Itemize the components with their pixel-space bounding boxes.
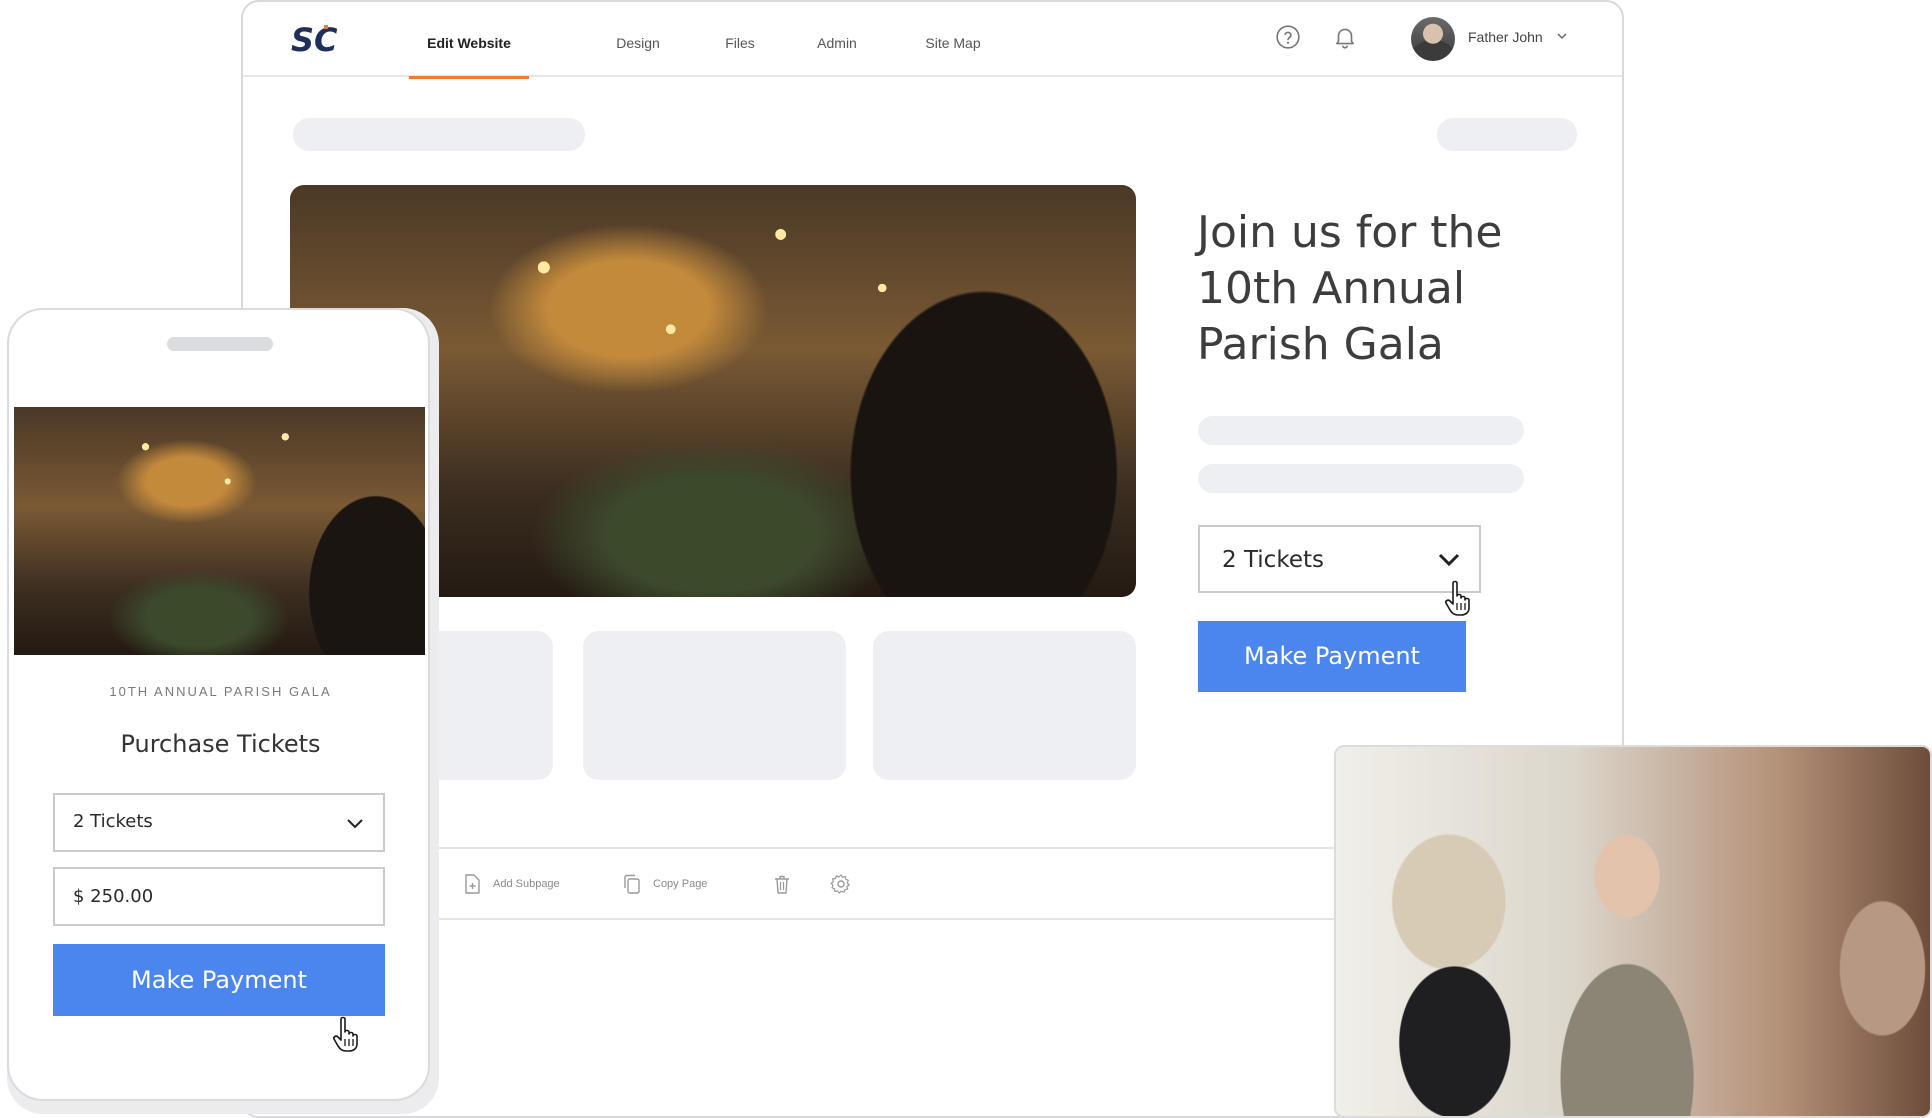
user-avatar[interactable] — [1411, 17, 1455, 61]
copy-page-label: Copy Page — [653, 878, 708, 890]
purchase-heading: Purchase Tickets — [120, 730, 321, 758]
gala-toast-photo-mobile — [14, 407, 425, 655]
chevron-down-icon — [347, 819, 363, 829]
mobile-ticket-select[interactable]: 2 Tickets — [53, 793, 385, 852]
gear-icon — [830, 874, 850, 894]
tab-design[interactable]: Design — [603, 2, 673, 77]
placeholder-card — [583, 631, 846, 780]
hand-pointer-icon — [1445, 580, 1470, 616]
user-name[interactable]: Father John — [1468, 29, 1543, 45]
chevron-down-icon — [1438, 553, 1460, 567]
placeholder-text-line — [1198, 464, 1524, 493]
copy-page-button[interactable]: Copy Page — [621, 873, 707, 895]
add-subpage-label: Add Subpage — [493, 878, 560, 890]
delete-page-button[interactable] — [771, 873, 793, 895]
chevron-down-icon[interactable] — [1555, 29, 1569, 43]
tab-files[interactable]: Files — [715, 2, 765, 77]
top-navigation-bar: SC Edit Website Design Files Admin Site … — [243, 2, 1622, 79]
tab-site-map[interactable]: Site Map — [913, 2, 993, 77]
event-eyebrow: 10TH ANNUAL PARISH GALA — [109, 684, 332, 699]
ticket-select-label: 2 Tickets — [1222, 547, 1324, 573]
tab-admin[interactable]: Admin — [807, 2, 867, 77]
placeholder-card — [873, 631, 1136, 780]
make-payment-button[interactable]: Make Payment — [1198, 621, 1466, 692]
tab-edit-website[interactable]: Edit Website — [409, 2, 529, 79]
svg-text:SC: SC — [291, 22, 338, 56]
mobile-ticket-select-label: 2 Tickets — [73, 811, 153, 832]
bell-icon[interactable] — [1332, 24, 1358, 50]
ticket-quantity-select[interactable]: 2 Tickets — [1198, 525, 1481, 593]
trash-icon — [775, 875, 789, 894]
payment-amount-field[interactable] — [53, 867, 385, 926]
copy-icon — [624, 874, 640, 894]
placeholder-pill — [1437, 118, 1577, 151]
hand-pointer-icon — [333, 1016, 358, 1052]
add-subpage-button[interactable]: Add Subpage — [461, 873, 560, 895]
gala-guests-photo — [1334, 745, 1932, 1118]
phone-speaker — [167, 337, 273, 351]
mobile-make-payment-button[interactable]: Make Payment — [53, 944, 385, 1016]
placeholder-bar — [293, 118, 585, 151]
mobile-phone-preview: 10TH ANNUAL PARISH GALA Purchase Tickets… — [7, 308, 430, 1101]
page-settings-button[interactable] — [830, 873, 852, 895]
sc-logo[interactable]: SC — [291, 22, 343, 56]
add-page-icon — [465, 874, 480, 894]
help-icon[interactable] — [1275, 24, 1301, 50]
page-title: Join us for the 10th Annual Parish Gala — [1197, 207, 1503, 370]
placeholder-text-line — [1198, 416, 1524, 445]
